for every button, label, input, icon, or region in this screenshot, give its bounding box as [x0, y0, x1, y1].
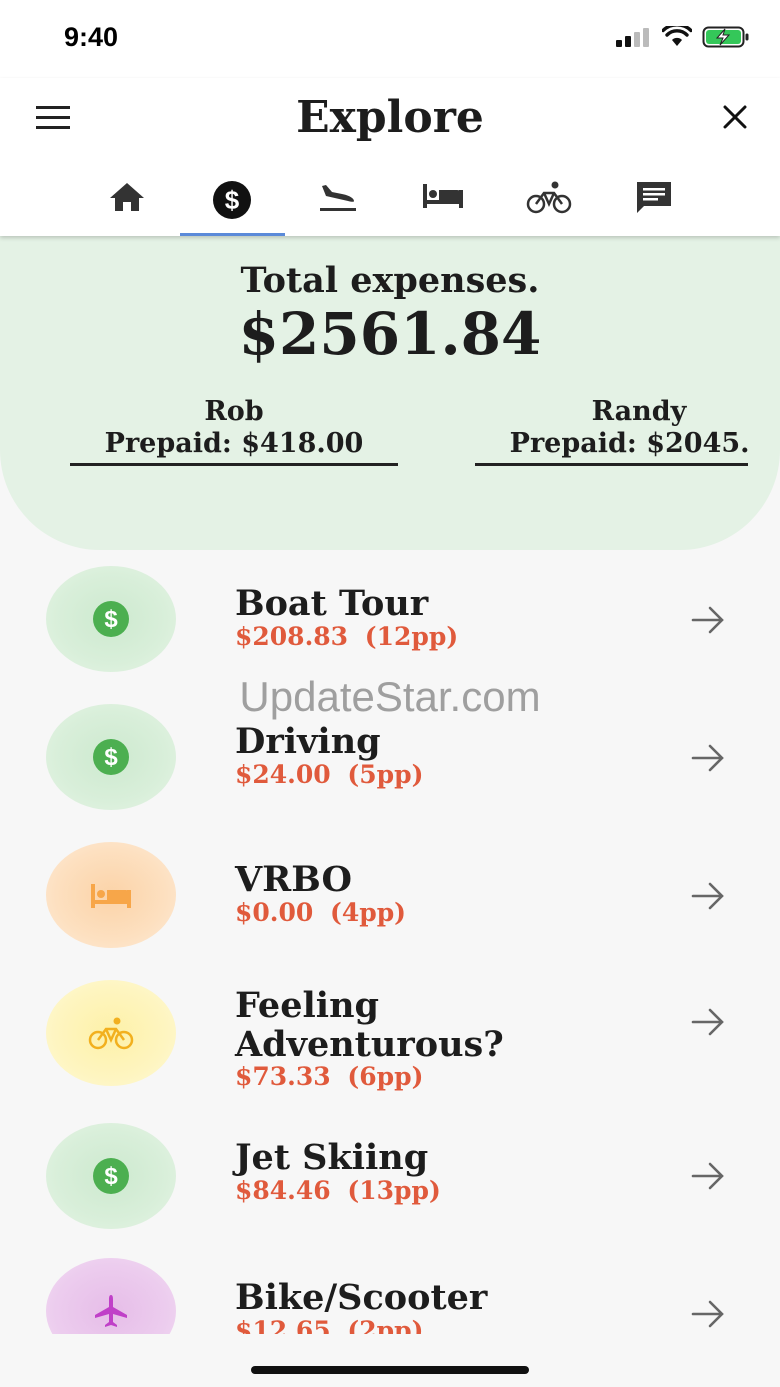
close-icon[interactable] — [720, 102, 750, 132]
chat-icon — [637, 182, 672, 213]
home-indicator[interactable] — [251, 1366, 529, 1374]
expense-price: $0.00 (4pp) — [235, 898, 407, 927]
battery-icon — [702, 26, 749, 48]
expense-price: $73.33 (6pp) — [235, 1062, 424, 1091]
flight-icon — [95, 1295, 127, 1327]
category-tabs: $ — [74, 166, 707, 236]
expense-name: Boat Tour — [235, 583, 429, 624]
status-bar: 9:40 — [0, 0, 780, 78]
home-icon — [109, 183, 144, 211]
watermark: UpdateStar.com — [239, 673, 541, 720]
dollar-icon: $ — [93, 739, 129, 775]
expense-name: Feeling Adventurous? — [235, 985, 504, 1065]
bike-icon — [526, 181, 571, 214]
expense-price: $208.83 (12pp) — [235, 622, 459, 651]
tab-chat[interactable] — [602, 166, 708, 236]
expense-price: $24.00 (5pp) — [235, 760, 424, 789]
app-header: Explore $ — [0, 78, 780, 236]
svg-text:$: $ — [104, 744, 118, 771]
arrow-right-icon[interactable] — [690, 1007, 726, 1037]
expense-name: VRBO — [235, 859, 352, 900]
person-prepaid-randy[interactable]: Randy Prepaid: $2045.3 — [475, 396, 748, 466]
tab-lodging[interactable] — [391, 166, 497, 236]
svg-text:$: $ — [104, 1163, 118, 1190]
bed-icon — [423, 184, 464, 208]
arrow-right-icon[interactable] — [690, 1161, 726, 1191]
expense-name: Jet Skiing — [235, 1137, 429, 1178]
expense-summary: Total expenses. $2561.84 Rob Prepaid: $4… — [0, 236, 780, 550]
arrow-right-icon[interactable] — [690, 1299, 726, 1329]
expense-name: Driving — [235, 721, 381, 762]
summary-title: Total expenses. — [240, 260, 540, 301]
list-item[interactable]: $ Jet Skiing $84.46 (13pp) — [0, 1120, 780, 1250]
tab-flights[interactable] — [285, 166, 391, 236]
signal-icon — [616, 28, 649, 47]
category-badge — [46, 980, 176, 1086]
svg-text:$: $ — [225, 185, 240, 215]
category-badge — [46, 842, 176, 948]
arrow-right-icon[interactable] — [690, 605, 726, 635]
wifi-icon — [662, 26, 692, 46]
list-item[interactable]: $ Boat Tour $208.83 (12pp) — [0, 560, 780, 690]
arrow-right-icon[interactable] — [690, 881, 726, 911]
person-prepaid: Prepaid: $2045.3 — [509, 428, 748, 459]
total-amount: $2561.84 — [238, 300, 542, 368]
bike-icon — [88, 1017, 134, 1050]
category-badge: $ — [46, 1123, 176, 1229]
dollar-icon: $ — [93, 1158, 129, 1194]
arrow-right-icon[interactable] — [690, 743, 726, 773]
expense-price: $84.46 (13pp) — [235, 1176, 441, 1205]
status-time: 9:40 — [64, 22, 119, 52]
expense-name: Bike/Scooter — [235, 1277, 488, 1318]
tab-expenses[interactable]: $ — [179, 166, 286, 236]
dollar-icon: $ — [93, 601, 129, 637]
expense-price: $12.65 (2pp) — [235, 1316, 424, 1334]
person-name: Rob — [204, 396, 264, 427]
status-icons — [616, 26, 750, 48]
svg-text:$: $ — [104, 606, 118, 633]
list-item[interactable]: Feeling Adventurous? $73.33 (6pp) — [0, 974, 780, 1114]
person-prepaid-rob[interactable]: Rob Prepaid: $418.00 — [70, 396, 398, 466]
person-name: Randy — [591, 396, 687, 427]
category-badge — [46, 1258, 176, 1334]
category-badge: $ — [46, 566, 176, 672]
tab-home[interactable] — [74, 166, 180, 236]
dollar-icon: $ — [213, 181, 252, 219]
tab-activities[interactable] — [496, 166, 602, 236]
list-item[interactable]: VRBO $0.00 (4pp) — [0, 836, 780, 966]
flight-land-icon — [319, 185, 356, 211]
bed-icon — [91, 884, 131, 908]
page-title: Explore — [296, 92, 484, 143]
list-item[interactable]: Bike/Scooter $12.65 (2pp) — [0, 1258, 780, 1334]
person-prepaid: Prepaid: $418.00 — [104, 428, 364, 459]
